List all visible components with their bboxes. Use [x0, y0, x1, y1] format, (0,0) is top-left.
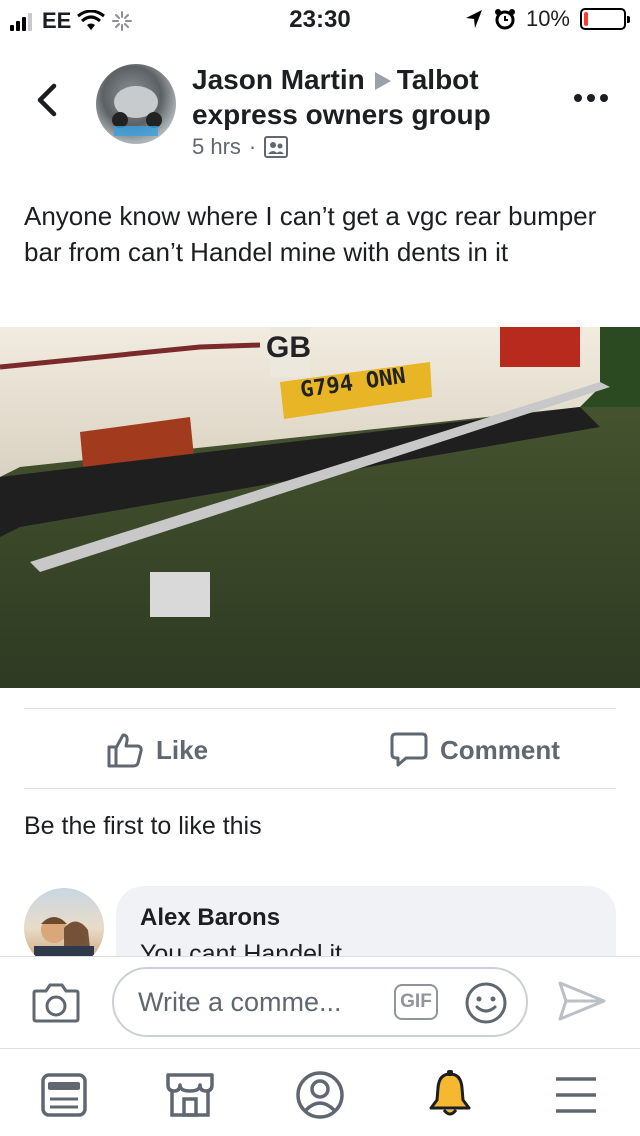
emoji-icon[interactable] — [464, 981, 508, 1025]
bottom-tab-bar — [0, 1048, 640, 1136]
arrow-right-icon — [374, 71, 391, 90]
comment-button[interactable]: Comment — [390, 728, 560, 772]
marketplace-icon[interactable] — [164, 1069, 216, 1121]
comment-input[interactable]: Write a comme... GIF — [112, 967, 528, 1037]
comment-bubble-icon — [390, 732, 428, 767]
news-feed-icon[interactable] — [38, 1069, 90, 1121]
likes-summary: Be the first to like this — [24, 812, 262, 840]
back-chevron-icon[interactable] — [28, 80, 68, 120]
status-bar: EE 23:30 10% — [0, 0, 640, 40]
battery-percent: 10% — [525, 6, 570, 31]
post-text: Anyone know where I can’t get a vgc rear… — [24, 201, 597, 267]
battery-fill — [584, 12, 588, 26]
thumbs-up-icon — [107, 733, 143, 768]
meta-separator: · — [248, 134, 257, 159]
like-label: Like — [156, 734, 209, 765]
author-avatar[interactable] — [96, 64, 176, 144]
more-options-icon[interactable] — [574, 94, 608, 102]
divider — [24, 788, 616, 789]
battery-icon — [580, 8, 630, 30]
post-author-group[interactable]: Jason Martin Talbot express owners group — [192, 62, 552, 132]
author-name[interactable]: Jason Martin — [192, 64, 365, 95]
photo-gb-label: GB — [266, 331, 311, 364]
notifications-icon[interactable] — [424, 1069, 476, 1121]
post-meta: 5 hrs · — [192, 134, 289, 160]
like-button[interactable]: Like — [106, 728, 208, 772]
divider — [24, 708, 616, 709]
location-arrow-icon — [465, 10, 482, 28]
comment-composer: Write a comme... GIF — [0, 956, 640, 1048]
group-audience-icon — [264, 136, 289, 158]
gif-button[interactable]: GIF — [394, 984, 438, 1020]
send-icon[interactable] — [556, 979, 608, 1023]
comment-input-placeholder: Write a comme... — [138, 987, 342, 1017]
alarm-clock-icon — [494, 9, 515, 30]
profile-icon[interactable] — [294, 1069, 346, 1121]
post-time[interactable]: 5 hrs — [192, 134, 241, 160]
comment-label: Comment — [440, 734, 560, 765]
commenter-name[interactable]: Alex Barons — [140, 904, 592, 932]
post-photo[interactable]: GB G794 ONN — [0, 327, 640, 688]
scooter-image — [112, 86, 162, 136]
camera-icon[interactable] — [32, 981, 80, 1023]
menu-icon[interactable] — [550, 1069, 602, 1121]
